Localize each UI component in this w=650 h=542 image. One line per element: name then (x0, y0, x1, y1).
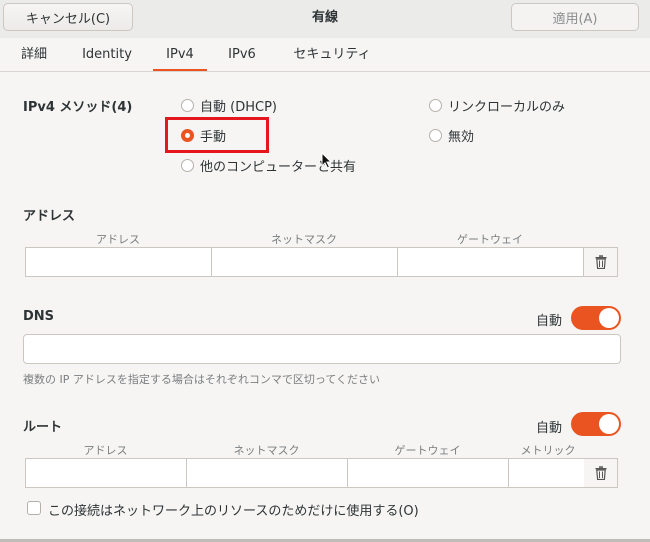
route-auto-toggle[interactable] (571, 412, 621, 436)
header-bar: キャンセル(C) 有線 適用(A) (0, 0, 650, 39)
column-header-address: アドレス (96, 233, 140, 246)
mouse-pointer-icon (321, 152, 333, 169)
dns-hint: 複数の IP アドレスを指定する場合はそれぞれコンマで区切ってください (23, 373, 380, 386)
tab-details[interactable]: 詳細 (14, 38, 54, 71)
radio-indicator (181, 159, 194, 172)
only-local-label[interactable]: この接続はネットワーク上のリソースのためだけに使用する(O) (48, 500, 419, 519)
route-address-input[interactable] (25, 458, 187, 488)
radio-label: 手動 (200, 130, 227, 145)
tab-bar: 詳細 Identity IPv4 IPv6 セキュリティ (0, 38, 650, 72)
route-auto-label: 自動 (536, 421, 563, 436)
netmask-input[interactable] (211, 247, 398, 277)
radio-label: 無効 (448, 130, 475, 145)
route-metric-input[interactable] (508, 458, 585, 488)
address-input[interactable] (25, 247, 212, 277)
route-column-header-netmask: ネットマスク (233, 444, 300, 457)
tab-ipv4[interactable]: IPv4 (153, 38, 207, 71)
only-local-checkbox[interactable] (27, 501, 41, 515)
toggle-knob (599, 308, 619, 328)
toggle-knob (599, 414, 619, 434)
trash-icon (595, 255, 606, 269)
cancel-button[interactable]: キャンセル(C) (3, 3, 133, 31)
tab-identity[interactable]: Identity (72, 38, 142, 71)
route-column-header-gateway: ゲートウェイ (394, 444, 461, 457)
radio-manual[interactable]: 手動 (181, 126, 226, 145)
route-netmask-input[interactable] (186, 458, 348, 488)
dns-section-title: DNS (23, 309, 55, 324)
dns-auto-label: 自動 (536, 314, 563, 329)
column-header-netmask: ネットマスク (271, 233, 337, 246)
address-section-title: アドレス (23, 209, 76, 224)
dns-input[interactable] (23, 334, 621, 364)
radio-indicator-selected (181, 129, 194, 142)
apply-button[interactable]: 適用(A) (511, 3, 639, 31)
tab-ipv6[interactable]: IPv6 (220, 38, 264, 71)
dns-auto-toggle[interactable] (571, 306, 621, 330)
route-column-header-address: アドレス (83, 444, 128, 457)
gateway-input[interactable] (397, 247, 584, 277)
radio-label: 自動 (DHCP) (200, 100, 277, 115)
radio-label: リンクローカルのみ (448, 100, 566, 115)
radio-disabled[interactable]: 無効 (429, 126, 474, 145)
radio-indicator (429, 129, 442, 142)
radio-auto-dhcp[interactable]: 自動 (DHCP) (181, 96, 277, 115)
route-gateway-input[interactable] (347, 458, 509, 488)
radio-indicator (181, 99, 194, 112)
column-header-gateway: ゲートウェイ (457, 233, 523, 246)
route-column-header-metric: メトリック (520, 444, 576, 457)
radio-link-local[interactable]: リンクローカルのみ (429, 96, 565, 115)
delete-address-button[interactable] (584, 247, 618, 277)
delete-route-button[interactable] (584, 458, 618, 488)
trash-icon (595, 466, 606, 480)
radio-indicator (429, 99, 442, 112)
route-section-title: ルート (23, 420, 63, 435)
ipv4-method-label: IPv4 メソッド(4) (23, 100, 133, 115)
tab-security[interactable]: セキュリティ (282, 38, 382, 71)
